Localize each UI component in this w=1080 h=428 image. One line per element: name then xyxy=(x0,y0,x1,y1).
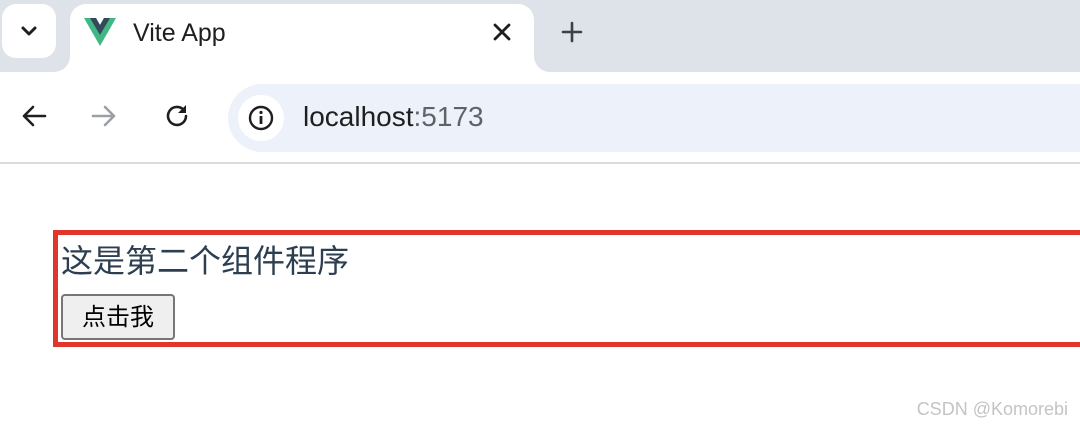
reload-button[interactable] xyxy=(161,100,193,132)
tab-active[interactable]: Vite App xyxy=(70,4,534,72)
forward-button[interactable] xyxy=(88,100,120,132)
vue-logo-icon xyxy=(84,18,116,46)
address-bar[interactable]: localhost:5173 xyxy=(228,84,1080,152)
reload-icon xyxy=(166,105,188,127)
site-info-button[interactable] xyxy=(238,95,284,141)
close-icon xyxy=(493,23,511,41)
plus-icon xyxy=(561,21,583,43)
url-port: :5173 xyxy=(413,101,484,132)
tab-search-button[interactable] xyxy=(2,4,56,58)
chevron-down-icon xyxy=(21,26,37,36)
url-host: localhost xyxy=(303,101,414,132)
arrow-left-icon xyxy=(22,105,47,127)
browser-toolbar: localhost:5173 xyxy=(0,72,1080,164)
component-text: 这是第二个组件程序 xyxy=(61,242,350,280)
tab-close-button[interactable] xyxy=(488,18,516,46)
tab-title: Vite App xyxy=(133,19,226,47)
new-tab-button[interactable] xyxy=(556,16,588,48)
url-text[interactable]: localhost:5173 xyxy=(303,100,484,134)
info-icon xyxy=(248,105,274,131)
back-button[interactable] xyxy=(18,100,50,132)
click-me-button[interactable]: 点击我 xyxy=(61,294,175,340)
watermark: CSDN @Komorebi xyxy=(916,399,1068,419)
page-content: 这是第二个组件程序 点击我 CSDN @Komorebi xyxy=(0,166,1080,428)
arrow-right-icon xyxy=(91,105,116,127)
tab-strip: Vite App xyxy=(0,0,1080,72)
component-container: 这是第二个组件程序 点击我 xyxy=(53,230,1080,347)
